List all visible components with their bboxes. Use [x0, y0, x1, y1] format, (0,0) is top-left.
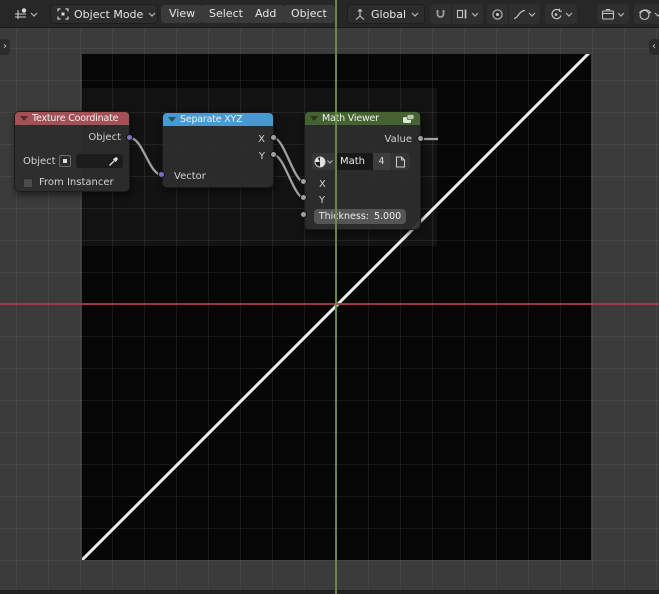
magnet-icon	[434, 8, 447, 21]
collapse-triangle-icon[interactable]	[310, 116, 318, 121]
object-mode-icon	[57, 8, 69, 20]
viewport-3d[interactable]: Texture Coordinate Object Object From In…	[0, 28, 659, 594]
snap-target-icon	[456, 8, 469, 20]
editor-divider	[0, 590, 659, 594]
socket-thickness-input[interactable]	[300, 211, 307, 218]
group-users-count-button[interactable]: 4	[373, 153, 390, 170]
proportional-editing-icon	[491, 8, 504, 21]
collapse-triangle-icon[interactable]	[168, 117, 176, 122]
menu-select-button[interactable]: Select	[201, 5, 251, 23]
copy-group-button[interactable]	[390, 153, 410, 170]
toolbar-expand-chevron[interactable]: ›	[0, 39, 10, 55]
snap-toggle-button[interactable]	[430, 4, 451, 24]
gizmo-box-icon	[601, 8, 615, 21]
object-picker-field[interactable]	[76, 154, 123, 168]
node-header[interactable]: Separate XYZ	[163, 113, 273, 126]
output-y-label: Y	[259, 151, 265, 162]
node-title: Separate XYZ	[180, 114, 268, 125]
chevron-down-icon	[565, 12, 573, 17]
proportional-falloff-dropdown[interactable]	[508, 4, 540, 24]
object-data-icon	[59, 155, 71, 167]
input-x-label: X	[319, 179, 326, 190]
node-header[interactable]: Math Viewer	[305, 112, 420, 125]
socket-x-input[interactable]	[300, 178, 307, 185]
nodetree-sphere-icon	[314, 156, 326, 168]
transform-orientation-selector[interactable]: Global	[347, 4, 425, 24]
thickness-value: 5.000	[374, 211, 401, 222]
chevron-down-icon	[327, 160, 333, 164]
snap-settings-dropdown[interactable]	[451, 4, 483, 24]
output-object-label: Object	[88, 132, 121, 143]
menu-add-button[interactable]: Add	[247, 5, 284, 23]
output-value-label: Value	[385, 134, 412, 145]
output-x-label: X	[258, 134, 265, 145]
from-instancer-checkbox[interactable]	[23, 178, 33, 188]
menu-view-button[interactable]: View	[161, 5, 203, 23]
orientation-gizmo-icon	[354, 8, 366, 21]
z-axis-line	[335, 0, 337, 594]
blender-window: Object Mode View Select Add Object Globa…	[0, 0, 659, 594]
chevron-down-icon	[528, 12, 536, 17]
chevron-down-icon	[411, 12, 419, 17]
socket-y-input[interactable]	[300, 194, 307, 201]
browse-group-dropdown[interactable]	[312, 153, 335, 170]
chevron-down-icon	[471, 12, 479, 17]
socket-object-output[interactable]	[126, 134, 133, 141]
proportional-editing-group	[487, 4, 540, 24]
collapse-triangle-icon[interactable]	[20, 116, 28, 121]
snap-group	[430, 4, 483, 24]
orientation-label: Global	[371, 8, 406, 21]
chevron-down-icon	[30, 12, 38, 17]
node-texture-coordinate[interactable]: Texture Coordinate Object Object From In…	[14, 111, 130, 192]
falloff-curve-icon	[513, 9, 526, 20]
chevron-down-icon	[617, 12, 625, 17]
node-separate-xyz[interactable]: Separate XYZ X Y Vector	[162, 112, 274, 188]
mode-selector[interactable]: Object Mode	[50, 4, 158, 24]
pivot-point-dropdown[interactable]	[545, 4, 577, 24]
x-axis-line	[0, 303, 659, 305]
socket-y-output[interactable]	[270, 151, 277, 158]
group-name-field[interactable]: Math	[335, 153, 373, 170]
node-group-icon	[402, 114, 415, 124]
viewport-header: Object Mode View Select Add Object Globa…	[0, 0, 659, 28]
socket-value-output[interactable]	[417, 135, 424, 142]
chevron-down-icon	[148, 12, 156, 17]
gizmo-dropdown[interactable]	[597, 4, 629, 24]
input-y-label: Y	[319, 195, 325, 206]
menu-object-button[interactable]: Object	[283, 5, 335, 23]
sidebar-expand-chevron[interactable]: ‹	[649, 39, 659, 55]
shading-dropdown[interactable]	[634, 4, 659, 24]
viewport-editor-icon	[13, 7, 28, 21]
node-math-viewer[interactable]: Math Viewer Value Math 4	[304, 111, 421, 230]
node-header[interactable]: Texture Coordinate	[15, 112, 129, 125]
pivot-point-icon	[549, 8, 563, 21]
thickness-label: Thickness:	[319, 211, 369, 222]
mode-selector-label: Object Mode	[74, 8, 143, 21]
node-group-id-block: Math 4	[312, 153, 410, 170]
eyedropper-icon[interactable]	[108, 155, 120, 167]
copy-icon	[395, 156, 406, 168]
editor-type-selector[interactable]	[10, 4, 41, 24]
input-vector-label: Vector	[174, 171, 206, 182]
node-title: Texture Coordinate	[32, 113, 124, 124]
thickness-slider[interactable]: Thickness: 5.000	[314, 209, 406, 224]
chevron-down-icon	[654, 12, 659, 17]
proportional-editing-toggle[interactable]	[487, 4, 508, 24]
node-title: Math Viewer	[322, 113, 398, 124]
from-instancer-label: From Instancer	[39, 177, 114, 188]
socket-x-output[interactable]	[270, 134, 277, 141]
object-field-label: Object	[23, 156, 56, 167]
shading-sphere-icon	[638, 8, 652, 21]
socket-vector-input[interactable]	[158, 171, 165, 178]
